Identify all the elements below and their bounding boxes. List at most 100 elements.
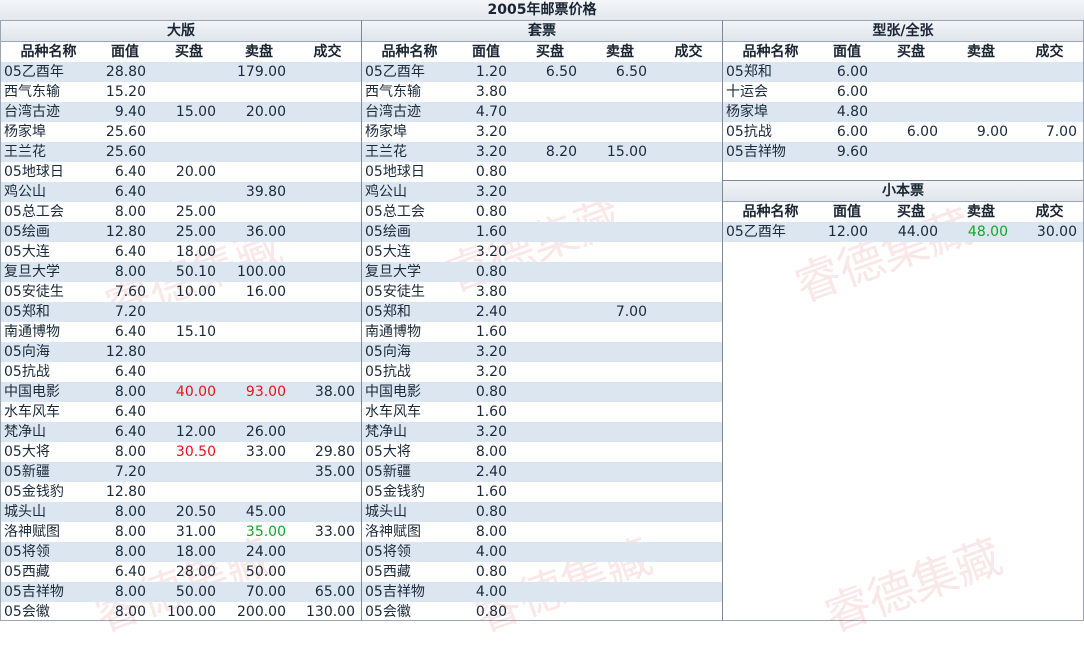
table-row: 05地球日 0.80 [362, 162, 722, 182]
section-title: 小本票 [723, 181, 1083, 202]
cell-deal [294, 422, 361, 442]
table-row: 水车风车 1.60 [362, 402, 722, 422]
cell-face-value: 7.20 [114, 464, 146, 480]
cell-ask: 26.00 [245, 424, 286, 440]
cell-ask [585, 542, 655, 562]
cell-ask: 93.00 [245, 384, 286, 400]
cell-face-value: 3.20 [475, 124, 507, 140]
table-row: 05向海 3.20 [362, 342, 722, 362]
cell-face-value: 8.00 [114, 204, 146, 220]
cell-stamp-name: 05吉祥物 [726, 144, 786, 160]
cell-bid: 12.00 [175, 424, 216, 440]
cell-face-value: 1.60 [475, 484, 507, 500]
cell-deal [294, 222, 361, 242]
cell-stamp-name: 05西藏 [365, 564, 411, 580]
cell-stamp-name: 水车风车 [365, 404, 421, 420]
table-row: 05新疆 2.40 [362, 462, 722, 482]
cell-face-value: 8.00 [114, 544, 146, 560]
cell-bid [154, 62, 224, 82]
cell-deal [294, 142, 361, 162]
cell-bid [876, 62, 946, 82]
cell-stamp-name: 05郑和 [4, 304, 50, 320]
cell-face-value: 8.00 [475, 444, 507, 460]
cell-face-value: 3.80 [475, 284, 507, 300]
cell-deal [294, 302, 361, 322]
cell-ask [585, 382, 655, 402]
cell-bid [515, 82, 585, 102]
cell-stamp-name: 复旦大学 [4, 264, 60, 280]
cell-stamp-name: 05郑和 [365, 304, 411, 320]
cell-bid [515, 542, 585, 562]
cell-deal: 29.80 [314, 444, 355, 460]
cell-stamp-name: 台湾古迹 [4, 104, 60, 120]
cell-deal [655, 282, 722, 302]
table-row: 05安徒生 7.60 10.00 16.00 [1, 282, 361, 302]
cell-ask: 100.00 [237, 264, 286, 280]
column-header-ask: 卖盘 [245, 44, 273, 60]
cell-stamp-name: 梵净山 [4, 424, 46, 440]
cell-face-value: 4.00 [475, 584, 507, 600]
cell-deal [1016, 82, 1083, 102]
table-row: 05抗战 3.20 [362, 362, 722, 382]
table-row: 杨家埠 4.80 [723, 102, 1083, 122]
cell-stamp-name: 十运会 [726, 84, 768, 100]
cell-face-value: 8.00 [114, 584, 146, 600]
column-header-row: 品种名称 面值 买盘 卖盘 成交 [362, 42, 722, 62]
cell-stamp-name: 05新疆 [4, 464, 50, 480]
cell-bid: 28.00 [175, 564, 216, 580]
table-row: 南通博物 1.60 [362, 322, 722, 342]
section-booklet: 小本票 品种名称 面值 买盘 卖盘 成交 05乙酉年 12.00 44.00 48.00 30.00 [723, 181, 1083, 242]
table-row: 05地球日 6.40 20.00 [1, 162, 361, 182]
cell-deal [655, 62, 722, 82]
cell-deal [655, 182, 722, 202]
cell-bid: 15.10 [175, 324, 216, 340]
cell-ask: 7.00 [615, 304, 647, 320]
cell-bid [515, 382, 585, 402]
cell-face-value: 1.60 [475, 404, 507, 420]
column-header-ask: 卖盘 [606, 44, 634, 60]
cell-deal [294, 102, 361, 122]
cell-deal [655, 442, 722, 462]
cell-face-value: 8.00 [114, 444, 146, 460]
table-row: 梵净山 6.40 12.00 26.00 [1, 422, 361, 442]
cell-ask: 6.50 [615, 64, 647, 80]
cell-ask [585, 462, 655, 482]
cell-deal [655, 262, 722, 282]
cell-stamp-name: 05金钱豹 [4, 484, 64, 500]
cell-bid: 25.00 [175, 204, 216, 220]
cell-face-value: 8.00 [114, 264, 146, 280]
cell-deal [655, 342, 722, 362]
cell-face-value: 28.80 [105, 64, 146, 80]
cell-deal [655, 582, 722, 602]
cell-stamp-name: 05地球日 [4, 164, 64, 180]
cell-deal [294, 542, 361, 562]
cell-stamp-name: 05地球日 [365, 164, 425, 180]
section-title: 套票 [362, 21, 722, 42]
cell-bid: 18.00 [175, 544, 216, 560]
cell-face-value: 1.20 [475, 64, 507, 80]
cell-stamp-name: 西气东输 [4, 84, 60, 100]
cell-bid [515, 442, 585, 462]
cell-face-value: 3.20 [475, 244, 507, 260]
cell-ask: 15.00 [606, 144, 647, 160]
cell-stamp-name: 05会徽 [365, 604, 411, 620]
cell-stamp-name: 05吉祥物 [365, 584, 425, 600]
cell-bid: 44.00 [897, 224, 938, 240]
cell-face-value: 6.00 [836, 124, 868, 140]
cell-ask [585, 322, 655, 342]
cell-bid [154, 342, 224, 362]
cell-ask [585, 342, 655, 362]
cell-ask [224, 122, 294, 142]
table-row: 05金钱豹 1.60 [362, 482, 722, 502]
cell-ask: 70.00 [245, 584, 286, 600]
cell-deal [294, 362, 361, 382]
cell-face-value: 1.60 [475, 224, 507, 240]
cell-stamp-name: 杨家埠 [726, 104, 768, 120]
cell-stamp-name: 水车风车 [4, 404, 60, 420]
cell-deal [294, 162, 361, 182]
cell-bid [515, 582, 585, 602]
table-row: 水车风车 6.40 [1, 402, 361, 422]
cell-deal [294, 122, 361, 142]
cell-stamp-name: 05乙酉年 [4, 64, 64, 80]
cell-bid [876, 142, 946, 162]
